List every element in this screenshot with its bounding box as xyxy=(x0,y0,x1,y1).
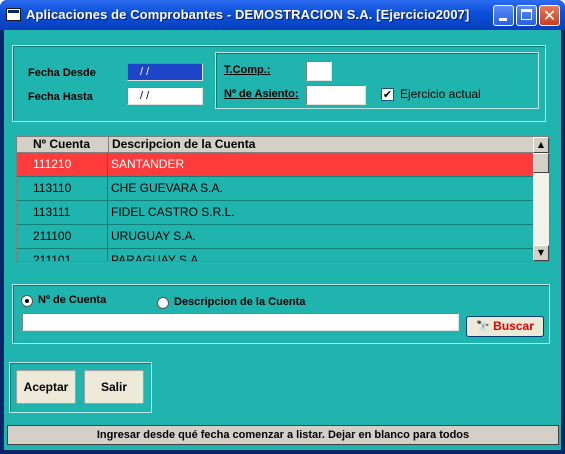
fecha-desde-input[interactable]: / / xyxy=(127,63,203,81)
tcomp-input[interactable] xyxy=(306,61,332,81)
scroll-up-icon[interactable]: ▲ xyxy=(533,137,549,153)
table-row[interactable]: 111210 SANTANDER xyxy=(17,153,534,177)
radio-descripcion-label: Descripcion de la Cuenta xyxy=(174,296,306,308)
cell-descripcion: URUGUAY S.A. xyxy=(111,229,196,243)
column-header-descripcion[interactable]: Descripcion de la Cuenta xyxy=(109,137,534,152)
form-body: Fecha Desde / / Fecha Hasta / / T.Comp.:… xyxy=(4,30,561,450)
tcomp-label: T.Comp.: xyxy=(224,64,271,76)
window-title: Aplicaciones de Comprobantes - DEMOSTRAC… xyxy=(26,7,470,22)
fecha-desde-label: Fecha Desde xyxy=(28,67,96,79)
cell-cuenta: 211100 xyxy=(17,225,108,248)
cell-descripcion: CHE GUEVARA S.A. xyxy=(111,181,223,195)
cell-descripcion: SANTANDER xyxy=(111,157,185,171)
asiento-label: Nº de Asiento: xyxy=(224,88,299,100)
scroll-down-icon[interactable]: ▼ xyxy=(533,245,549,261)
salir-button[interactable]: Salir xyxy=(84,370,144,404)
scroll-thumb[interactable] xyxy=(533,153,549,173)
grid-scrollbar[interactable]: ▲ ▼ xyxy=(533,137,549,261)
table-row[interactable]: 211101 PARAGUAY S.A. xyxy=(17,249,534,262)
table-row[interactable]: 113110 CHE GUEVARA S.A. xyxy=(17,177,534,201)
app-window: Aplicaciones de Comprobantes - DEMOSTRAC… xyxy=(0,0,565,454)
radio-descripcion[interactable] xyxy=(157,297,169,309)
fecha-hasta-label: Fecha Hasta xyxy=(28,91,93,103)
asiento-label-text: Nº de Asiento: xyxy=(224,88,299,100)
cell-cuenta: 111210 xyxy=(17,153,108,176)
binoculars-icon: 🔭 xyxy=(476,321,490,333)
title-bar[interactable]: Aplicaciones de Comprobantes - DEMOSTRAC… xyxy=(0,0,565,30)
table-row[interactable]: 113111 FIDEL CASTRO S.R.L. xyxy=(17,201,534,225)
buscar-label: Buscar xyxy=(493,319,534,333)
cell-descripcion: FIDEL CASTRO S.R.L. xyxy=(111,205,235,219)
ejercicio-actual-checkbox[interactable]: ✔ xyxy=(381,88,394,101)
asiento-input[interactable] xyxy=(306,85,366,105)
cell-cuenta: 113111 xyxy=(17,201,108,224)
search-input[interactable] xyxy=(22,313,459,331)
window-icon xyxy=(6,8,21,21)
status-bar: Ingresar desde qué fecha comenzar a list… xyxy=(7,425,559,445)
buscar-button[interactable]: 🔭 Buscar xyxy=(466,316,544,337)
maximize-icon xyxy=(521,9,532,20)
column-header-cuenta[interactable]: Nº Cuenta xyxy=(17,137,109,152)
aceptar-button[interactable]: Aceptar xyxy=(16,370,76,404)
cell-descripcion: PARAGUAY S.A. xyxy=(111,253,202,262)
radio-nro-cuenta-label: Nº de Cuenta xyxy=(38,294,107,306)
minimize-icon xyxy=(499,18,507,21)
cell-cuenta: 113110 xyxy=(17,177,108,200)
comprobante-panel xyxy=(215,52,539,109)
close-icon: ✕ xyxy=(542,6,557,25)
table-row[interactable]: 211100 URUGUAY S.A. xyxy=(17,225,534,249)
minimize-button[interactable] xyxy=(493,5,514,26)
grid-header: Nº Cuenta Descripcion de la Cuenta xyxy=(17,137,534,153)
accounts-grid[interactable]: Nº Cuenta Descripcion de la Cuenta 11121… xyxy=(16,136,550,262)
cell-cuenta: 211101 xyxy=(17,249,108,261)
ejercicio-actual-label: Ejercicio actual xyxy=(400,87,481,101)
radio-nro-cuenta[interactable] xyxy=(21,295,33,307)
fecha-hasta-input[interactable]: / / xyxy=(127,87,203,105)
maximize-button[interactable] xyxy=(516,5,537,26)
close-button[interactable]: ✕ xyxy=(539,5,560,26)
